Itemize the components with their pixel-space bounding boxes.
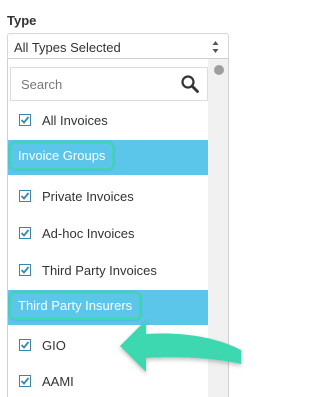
group-label: Third Party Insurers (18, 298, 133, 313)
search-input[interactable] (10, 67, 208, 101)
option-label: Third Party Invoices (42, 263, 157, 278)
checkbox-checked-icon[interactable] (19, 375, 31, 387)
option-third-party-invoices[interactable]: Third Party Invoices (8, 253, 208, 289)
highlight-outline: Third Party Insurers (9, 292, 142, 320)
checkbox-checked-icon[interactable] (19, 114, 31, 126)
option-label: Private Invoices (42, 189, 134, 204)
arrow-annotation-icon (120, 320, 241, 372)
type-select[interactable]: All Types Selected (7, 33, 229, 60)
type-label: Type (7, 13, 37, 28)
option-all-invoices[interactable]: All Invoices (8, 103, 208, 139)
group-label: Invoice Groups (18, 148, 106, 163)
sort-arrows-icon (212, 41, 219, 53)
group-header-invoice-groups: Invoice Groups (8, 140, 208, 175)
checkbox-checked-icon[interactable] (19, 264, 31, 276)
highlight-outline: Invoice Groups (9, 142, 115, 170)
checkbox-checked-icon[interactable] (19, 227, 31, 239)
select-value: All Types Selected (14, 40, 121, 55)
search-icon[interactable] (180, 74, 200, 94)
option-private-invoices[interactable]: Private Invoices (8, 179, 208, 215)
checkbox-checked-icon[interactable] (19, 339, 31, 351)
scrollbar-thumb[interactable] (214, 65, 224, 75)
checkbox-checked-icon[interactable] (19, 190, 31, 202)
option-ad-hoc-invoices[interactable]: Ad-hoc Invoices (8, 216, 208, 252)
search-row (8, 59, 208, 107)
option-label: GIO (42, 338, 66, 353)
option-label: All Invoices (42, 113, 108, 128)
option-label: AAMI (42, 374, 74, 389)
option-label: Ad-hoc Invoices (42, 226, 135, 241)
